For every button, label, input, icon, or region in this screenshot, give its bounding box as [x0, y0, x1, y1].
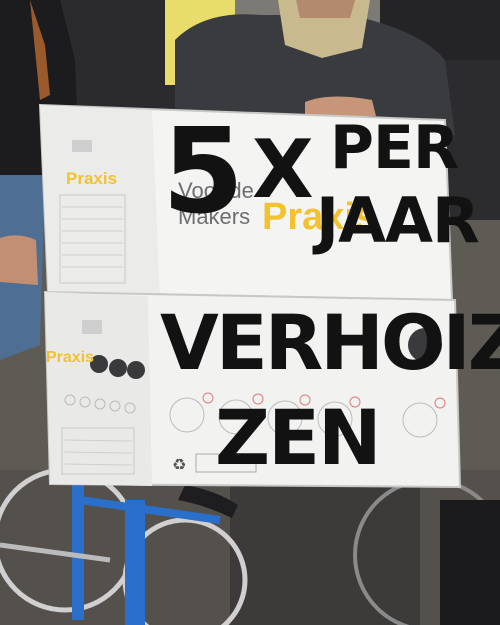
bottom-box-handle	[82, 320, 102, 334]
sign-line-verhoi: VERHOIZ	[160, 298, 500, 387]
sign-word-jaar: JAAR	[316, 184, 480, 257]
box-icon-3	[127, 361, 145, 379]
man-chin	[296, 0, 355, 18]
sign-number-5: 5	[162, 102, 244, 240]
bottom-box-brand-logo: Praxis	[46, 349, 95, 366]
bike-tube	[125, 500, 145, 625]
top-box-handle	[72, 140, 92, 152]
recycle-icon: ♻	[172, 455, 186, 474]
person-left-dark-jacket	[60, 0, 180, 110]
bike-fork	[72, 470, 84, 620]
bike-right-part	[440, 500, 500, 625]
top-box-brand-logo: Praxis	[66, 169, 118, 188]
sign-word-per: PER	[330, 113, 459, 183]
top-box-side	[40, 105, 160, 300]
sign-word-x: X	[252, 123, 314, 216]
photo-scene: ♻ Praxis Voor de Makers Praxis Praxis 5 …	[0, 0, 500, 625]
box-icon-2	[109, 359, 127, 377]
sign-line-zen: ZEN	[215, 393, 382, 482]
hand-left	[0, 235, 38, 285]
